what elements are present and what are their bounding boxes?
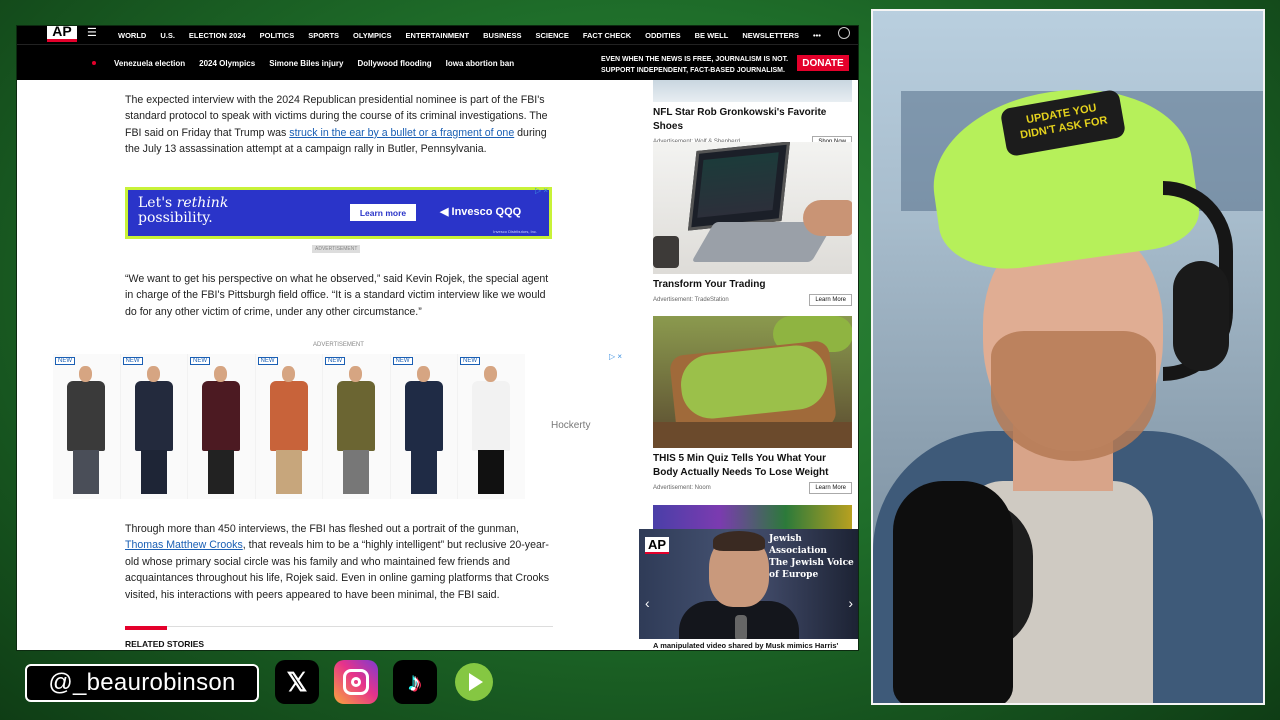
nav-item[interactable]: U.S. [153, 31, 182, 40]
social-handle: @_beaurobinson [25, 664, 259, 702]
nav-item[interactable]: ODDITIES [638, 31, 687, 40]
rail-ad-title[interactable]: THIS 5 Min Quiz Tells You What Your Body… [653, 452, 852, 480]
hockerty-brand[interactable]: Hockerty [551, 420, 590, 431]
rumble-icon[interactable] [452, 660, 496, 704]
chevron-left-icon[interactable]: ‹ [645, 595, 650, 611]
related-stories-heading: RELATED STORIES [125, 639, 205, 649]
nav-item[interactable]: ENTERTAINMENT [399, 31, 477, 40]
product-card[interactable]: NEW [458, 354, 525, 499]
microphone-icon [893, 481, 1013, 703]
browser-window: AP ☰ WORLD U.S. ELECTION 2024 POLITICS SPORT… [16, 25, 859, 651]
video-caption[interactable]: A manipulated video shared by Musk mimic… [639, 639, 858, 650]
avocado-toast-image[interactable] [653, 316, 852, 448]
trending-link[interactable]: 2024 Olympics [192, 59, 262, 68]
search-icon[interactable] [838, 27, 850, 39]
trending-link[interactable]: Simone Biles injury [262, 59, 350, 68]
trending-dot-icon [92, 61, 96, 65]
new-badge: NEW [190, 357, 210, 365]
product-card[interactable]: NEW [120, 354, 187, 499]
product-card[interactable]: NEW [323, 354, 390, 499]
nav-item[interactable]: BUSINESS [476, 31, 528, 40]
product-card[interactable]: NEW [53, 354, 120, 499]
rail-ad-noom[interactable]: THIS 5 Min Quiz Tells You What Your Body… [653, 316, 852, 498]
article-paragraph-3: Through more than 450 interviews, the FB… [125, 523, 549, 601]
rail-ad-advertiser: Advertisement: Noom [653, 485, 711, 491]
nav-item[interactable]: SCIENCE [528, 31, 575, 40]
nav-item[interactable]: BE WELL [688, 31, 736, 40]
advertisement-label: ADVERTISEMENT [312, 245, 361, 253]
tiktok-icon[interactable]: ♪ [393, 660, 437, 704]
new-badge: NEW [55, 357, 75, 365]
video-player[interactable]: Jewish Association The Jewish Voice of E… [639, 529, 858, 650]
invesco-brand: ◀ Invesco QQQ [440, 206, 522, 218]
new-badge: NEW [257, 357, 278, 365]
trending-link[interactable]: Iowa abortion ban [439, 59, 521, 68]
bullet-fragment-link[interactable]: struck in the ear by a bullet or a fragm… [289, 127, 514, 139]
rail-ad-title[interactable]: Transform Your Trading [653, 278, 852, 292]
laptop-image[interactable] [653, 142, 852, 274]
advertisement-label: ADVERTISEMENT [313, 342, 364, 348]
learn-more-button[interactable]: Learn More [809, 482, 852, 494]
invesco-ad[interactable]: Let's rethink possibility. Learn more ◀ I… [125, 187, 552, 239]
nav-items: WORLD U.S. ELECTION 2024 POLITICS SPORTS OLYM… [111, 26, 828, 44]
donate-button[interactable]: DONATE [797, 55, 849, 71]
model-figure [337, 366, 375, 494]
microphone-icon [735, 615, 747, 641]
related-accent-bar [125, 626, 167, 630]
product-card[interactable]: NEW [390, 354, 457, 499]
chevron-right-icon[interactable]: › [848, 595, 853, 611]
new-badge: NEW [392, 357, 413, 365]
nav-item[interactable]: ••• [806, 31, 828, 40]
model-figure [67, 366, 105, 494]
nav-item[interactable]: WORLD [111, 31, 153, 40]
new-badge: NEW [122, 357, 143, 365]
trending-items: Venezuela election 2024 Olympics Simone Bi… [107, 45, 521, 81]
new-badge: NEW [460, 357, 480, 365]
webcam-feed: UPDATE YOU DIDN'T ASK FOR [871, 9, 1265, 705]
divider [125, 626, 553, 627]
nav-item[interactable]: POLITICS [253, 31, 302, 40]
ad-choices-icon[interactable]: ▷ × [535, 186, 548, 195]
model-figure [472, 366, 510, 494]
nav-item[interactable]: SPORTS [301, 31, 346, 40]
model-figure [134, 366, 173, 494]
rail-ad-advertiser: Advertisement: TradeStation [653, 297, 729, 303]
video-banner-text: Jewish Association The Jewish Voice of E… [769, 534, 854, 580]
nav-item[interactable]: ELECTION 2024 [182, 31, 253, 40]
article-paragraph-1: The expected interview with the 2024 Rep… [125, 94, 548, 156]
rail-ad-title[interactable]: NFL Star Rob Gronkowski's Favorite Shoes [653, 106, 852, 134]
top-navigation: AP ☰ WORLD U.S. ELECTION 2024 POLITICS SPORT… [17, 26, 858, 44]
x-icon[interactable]: 𝕏 [275, 660, 319, 704]
ad-choices-icon[interactable]: ▷ × [609, 352, 622, 361]
trending-bar: Venezuela election 2024 Olympics Simone Bi… [17, 44, 858, 80]
learn-more-button[interactable]: Learn More [809, 294, 852, 306]
article-paragraph-2: “We want to get his perspective on what … [125, 273, 549, 318]
donate-message: EVEN WHEN THE NEWS IS FREE, JOURNALISM I… [601, 56, 789, 74]
new-badge: NEW [325, 357, 345, 365]
ap-video-logo: AP [645, 537, 670, 554]
ap-logo[interactable]: AP [47, 26, 77, 42]
invesco-headline: Let's rethink possibility. [138, 195, 229, 226]
model-figure [404, 366, 443, 494]
product-card[interactable]: NEW [255, 354, 322, 499]
trending-link[interactable]: Venezuela election [107, 59, 192, 68]
menu-icon[interactable]: ☰ [87, 26, 97, 39]
nav-item[interactable]: NEWSLETTERS [735, 31, 806, 40]
invesco-disclaimer: Invesco Distributors, Inc. [493, 229, 537, 234]
model-figure [269, 366, 308, 494]
nav-item[interactable]: FACT CHECK [576, 31, 638, 40]
trending-link[interactable]: Dollywood flooding [350, 59, 438, 68]
hockerty-product-carousel[interactable]: NEW NEW NEW NEW NEW NEW NEW [53, 354, 525, 499]
nav-item[interactable]: OLYMPICS [346, 31, 398, 40]
rail-ad-trading[interactable]: Transform Your Trading Advertisement: Tr… [653, 142, 852, 310]
model-figure [202, 366, 240, 494]
product-card[interactable]: NEW [188, 354, 255, 499]
invesco-learn-more-button[interactable]: Learn more [350, 204, 416, 221]
thomas-crooks-link[interactable]: Thomas Matthew Crooks [125, 539, 243, 551]
instagram-icon[interactable] [334, 660, 378, 704]
rail-ad-partial-image[interactable] [653, 505, 852, 529]
